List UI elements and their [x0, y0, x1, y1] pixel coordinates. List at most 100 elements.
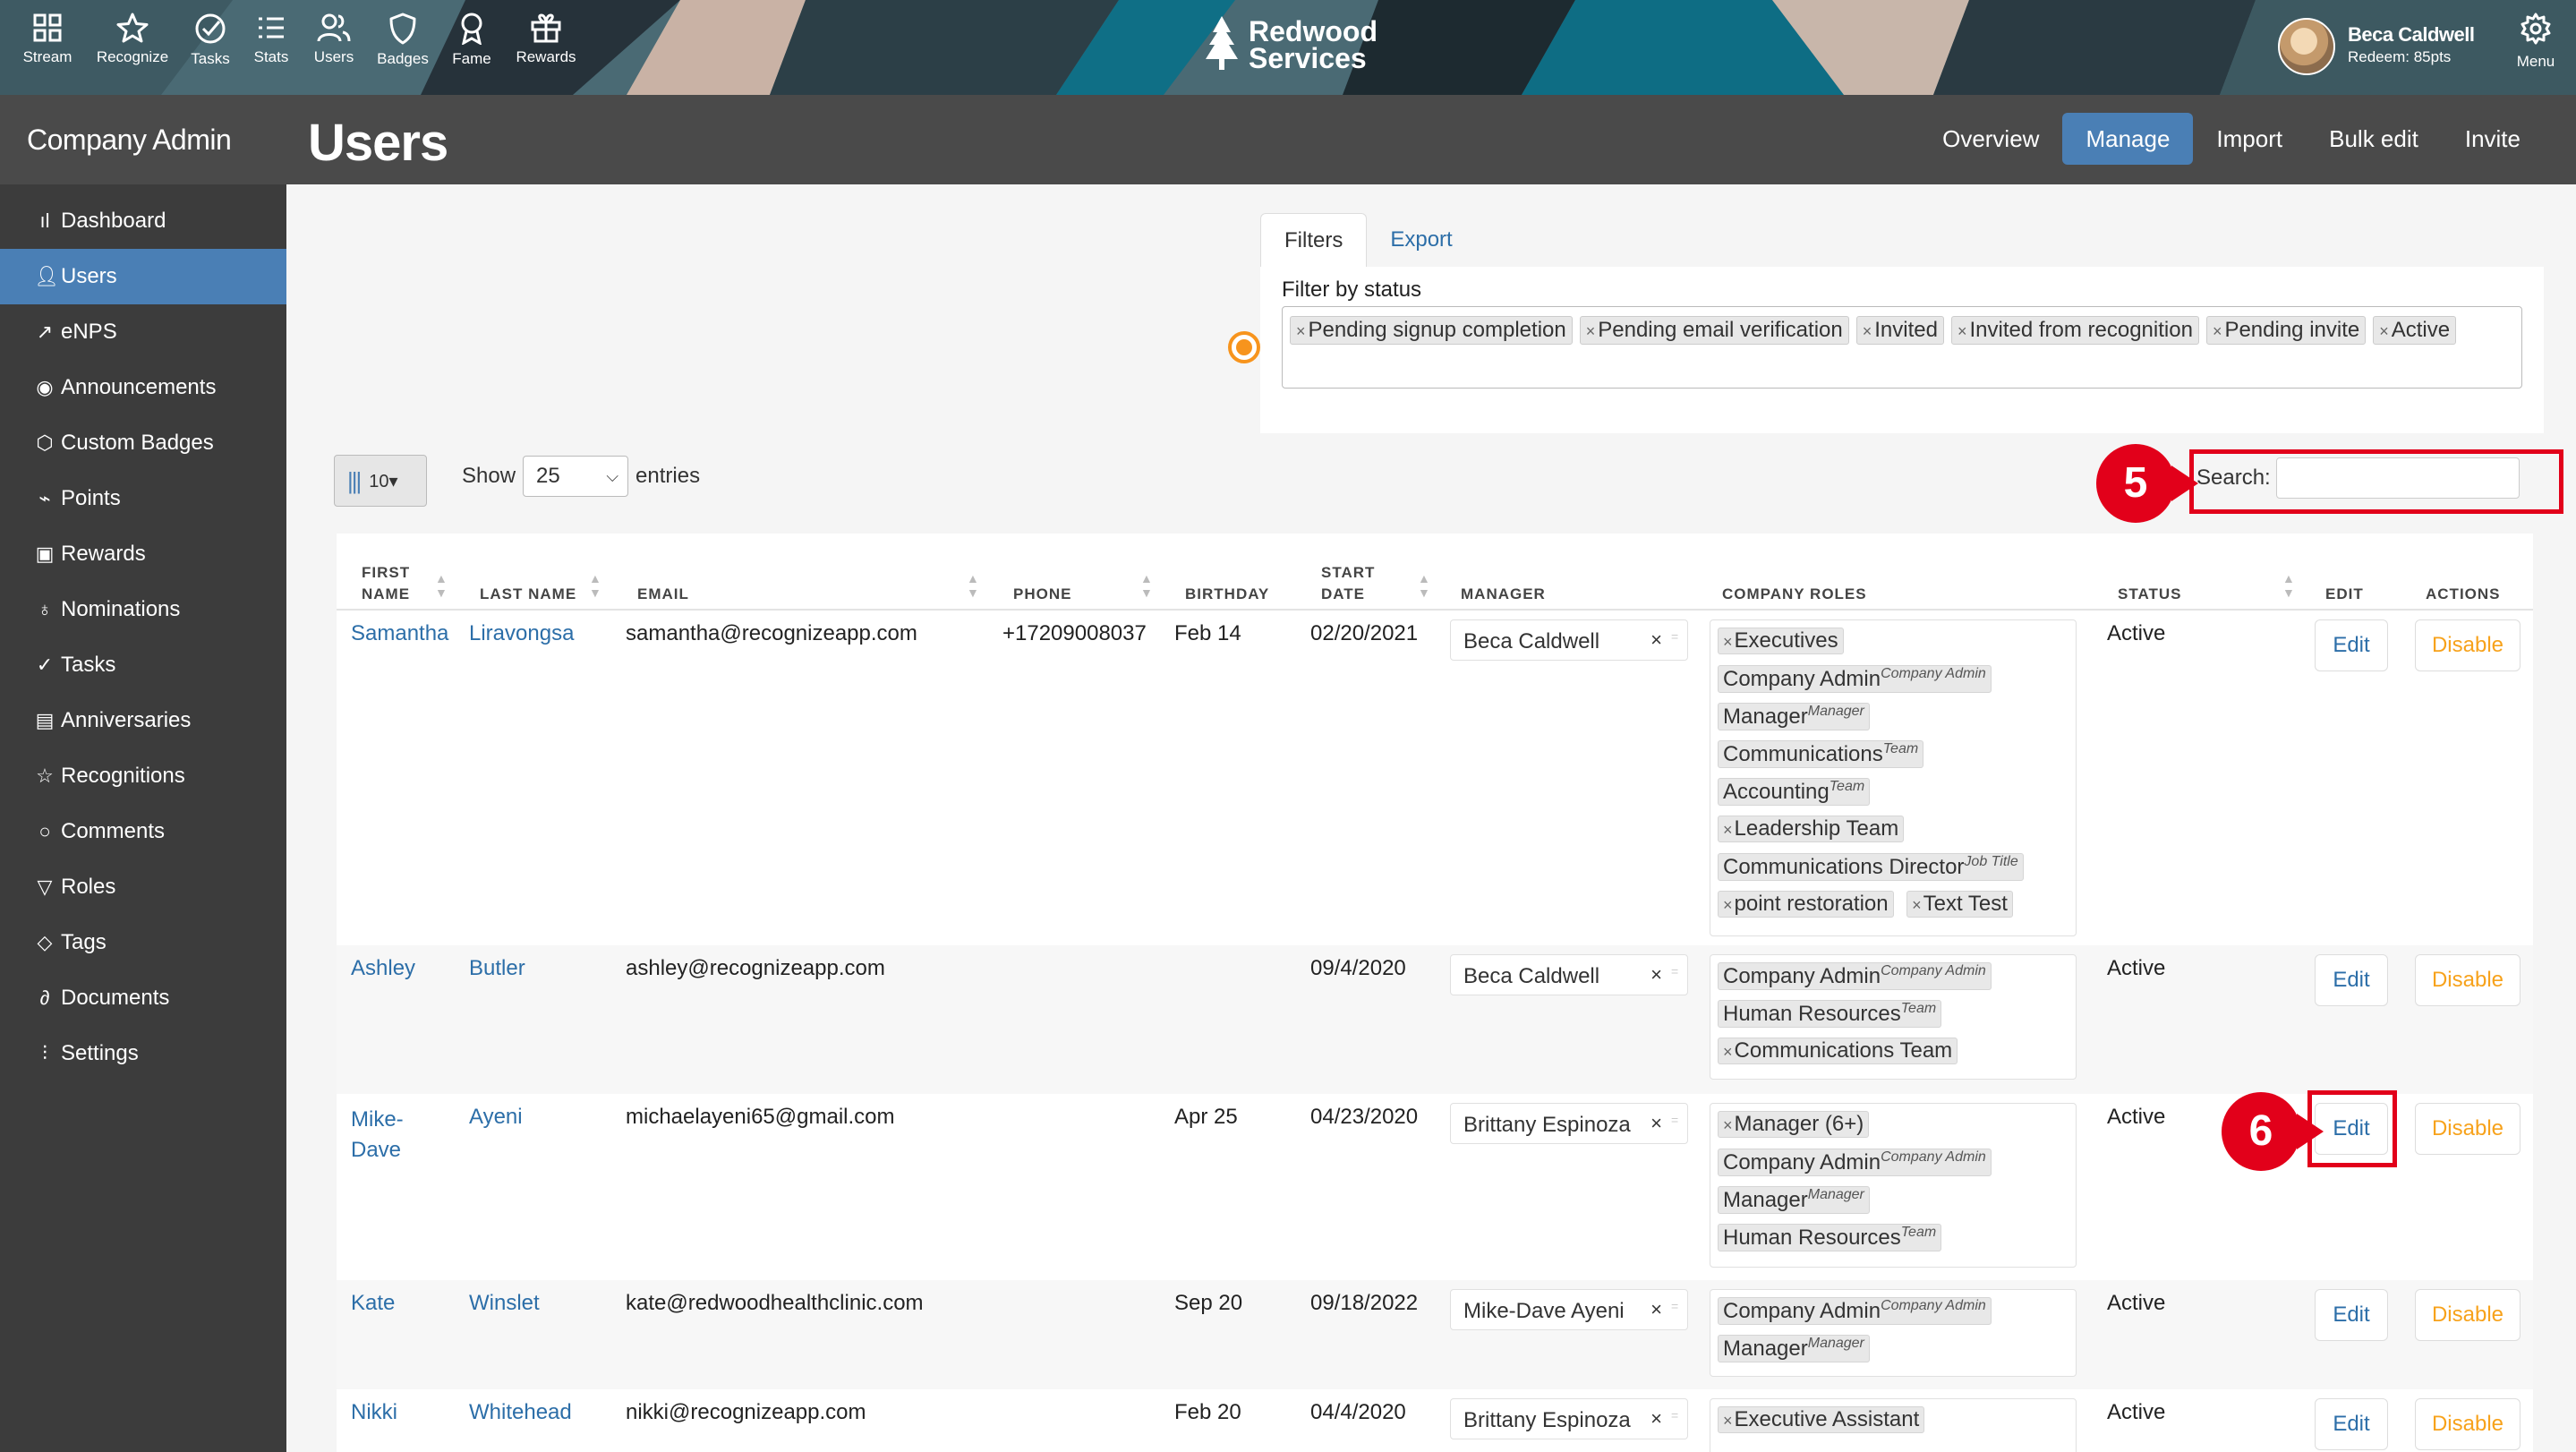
manager-select[interactable]: Brittany Espinoza × = — [1450, 1103, 1688, 1144]
last-name-link[interactable]: Winslet — [469, 1291, 540, 1316]
roles-select[interactable]: Company AdminCompany Admin ManagerManage… — [1710, 1289, 2077, 1377]
last-name-link[interactable]: Whitehead — [469, 1400, 572, 1425]
col-manager[interactable]: MANAGER — [1461, 584, 1546, 605]
role-chip[interactable]: Human ResourcesTeam — [1718, 1224, 1942, 1251]
col-status[interactable]: STATUS — [2118, 584, 2181, 605]
clear-icon[interactable]: × — [1651, 628, 1662, 652]
role-chip[interactable]: ×Leadership Team — [1718, 816, 1905, 842]
last-name-link[interactable]: Ayeni — [469, 1105, 523, 1130]
roles-select[interactable]: ×Executives Company AdminCompany Admin M… — [1710, 619, 2077, 936]
remove-icon[interactable]: × — [1723, 1412, 1733, 1430]
tab-overview[interactable]: Overview — [1919, 113, 2062, 165]
role-chip[interactable]: Company AdminCompany Admin — [1718, 1149, 1992, 1176]
status-chip[interactable]: × Pending invite — [2205, 316, 2367, 345]
disable-button[interactable]: Disable — [2415, 1289, 2521, 1341]
disable-button[interactable]: Disable — [2415, 1103, 2521, 1155]
tab-import[interactable]: Import — [2193, 113, 2306, 165]
nav-stream[interactable]: Stream — [7, 13, 88, 66]
role-chip[interactable]: CommunicationsTeam — [1718, 740, 1924, 768]
role-chip[interactable]: ManagerManager — [1718, 703, 1870, 730]
menu-button[interactable]: Menu — [2504, 13, 2567, 71]
col-email[interactable]: EMAIL — [637, 584, 689, 605]
manager-select[interactable]: Mike-Dave Ayeni × = — [1450, 1289, 1688, 1330]
remove-icon[interactable]: × — [1912, 896, 1922, 914]
remove-icon[interactable]: × — [1586, 322, 1596, 340]
role-chip[interactable]: Human ResourcesTeam — [1718, 1000, 1942, 1028]
sidebar-item-points[interactable]: ⌁ Points — [0, 471, 286, 526]
sidebar-item-comments[interactable]: ○ Comments — [0, 804, 286, 859]
role-chip[interactable]: Company AdminCompany Admin — [1718, 962, 1992, 990]
sidebar-item-announcements[interactable]: ◉ Announcements — [0, 360, 286, 415]
first-name-link[interactable]: Nikki — [351, 1400, 397, 1425]
column-visibility-button[interactable]: ||| 10▾ — [334, 455, 427, 507]
entries-select[interactable]: 25 ⌵ — [523, 456, 629, 497]
nav-rewards[interactable]: Rewards — [506, 13, 586, 66]
edit-button[interactable]: Edit — [2315, 1289, 2388, 1341]
role-chip[interactable]: Company AdminCompany Admin — [1718, 665, 1992, 693]
clear-icon[interactable]: × — [1651, 1298, 1662, 1321]
tab-bulk-edit[interactable]: Bulk edit — [2306, 113, 2442, 165]
remove-icon[interactable]: × — [2379, 322, 2389, 340]
sidebar-item-recognitions[interactable]: ☆ Recognitions — [0, 748, 286, 804]
roles-select[interactable]: ×Executive Assistant — [1710, 1398, 2077, 1452]
disable-button[interactable]: Disable — [2415, 619, 2521, 671]
remove-icon[interactable]: × — [1723, 633, 1733, 651]
sidebar-item-enps[interactable]: ↗ eNPS — [0, 304, 286, 360]
remove-icon[interactable]: × — [1723, 821, 1733, 839]
role-chip[interactable]: AccountingTeam — [1718, 778, 1871, 806]
clear-icon[interactable]: × — [1651, 963, 1662, 987]
remove-icon[interactable]: × — [1723, 1043, 1733, 1061]
status-chip[interactable]: × Invited from recognition — [1950, 316, 2199, 345]
role-chip[interactable]: ×Executive Assistant — [1718, 1406, 1925, 1433]
clear-icon[interactable]: × — [1651, 1112, 1662, 1135]
sidebar-item-nominations[interactable]: ♁ Nominations — [0, 582, 286, 637]
edit-button[interactable]: Edit — [2315, 619, 2388, 671]
col-phone[interactable]: PHONE — [1013, 584, 1071, 605]
sidebar-item-settings[interactable]: ⫶ Settings — [0, 1026, 286, 1081]
status-chip[interactable]: × Pending signup completion — [1290, 316, 1573, 345]
tab-filters[interactable]: Filters — [1260, 213, 1368, 267]
role-chip[interactable]: ManagerManager — [1718, 1186, 1870, 1214]
nav-fame[interactable]: Fame — [431, 13, 512, 68]
remove-icon[interactable]: × — [1723, 1116, 1733, 1134]
status-filter-select[interactable]: × Pending signup completion × Pending emai… — [1282, 306, 2522, 389]
last-name-link[interactable]: Liravongsa — [469, 621, 574, 646]
last-name-link[interactable]: Butler — [469, 956, 525, 981]
edit-button[interactable]: Edit — [2315, 1398, 2388, 1450]
role-chip[interactable]: ×Manager (6+) — [1718, 1111, 1870, 1138]
nav-recognize[interactable]: Recognize — [92, 13, 173, 66]
col-first-name[interactable]: FIRST NAME — [362, 562, 410, 605]
col-company-roles[interactable]: COMPANY ROLES — [1722, 584, 1867, 605]
remove-icon[interactable]: × — [1863, 322, 1872, 340]
remove-icon[interactable]: × — [1296, 322, 1306, 340]
roles-select[interactable]: ×Manager (6+) Company AdminCompany Admin… — [1710, 1103, 2077, 1268]
first-name-link[interactable]: Samantha — [351, 621, 448, 646]
first-name-link[interactable]: Kate — [351, 1291, 395, 1316]
roles-select[interactable]: Company AdminCompany Admin Human Resourc… — [1710, 954, 2077, 1080]
manager-select[interactable]: Beca Caldwell × = — [1450, 954, 1688, 995]
role-chip[interactable]: ×Text Test — [1906, 891, 2013, 918]
sidebar-item-custom-badges[interactable]: ⬡ Custom Badges — [0, 415, 286, 471]
col-birthday[interactable]: BIRTHDAY — [1185, 584, 1269, 605]
remove-icon[interactable]: × — [1958, 322, 1967, 340]
status-chip[interactable]: × Active — [2373, 316, 2457, 345]
col-last-name[interactable]: LAST NAME — [480, 584, 576, 605]
first-name-link[interactable]: Mike- Dave — [351, 1105, 404, 1166]
tab-invite[interactable]: Invite — [2442, 113, 2544, 165]
role-chip[interactable]: Communications DirectorJob Title — [1718, 853, 2024, 881]
sidebar-item-tags[interactable]: ◇ Tags — [0, 915, 286, 970]
manager-select[interactable]: Beca Caldwell × = — [1450, 619, 1688, 661]
sidebar-item-documents[interactable]: ∂ Documents — [0, 970, 286, 1026]
edit-button[interactable]: Edit — [2315, 954, 2388, 1006]
sidebar-item-rewards[interactable]: ▣ Rewards — [0, 526, 286, 582]
remove-icon[interactable]: × — [1723, 896, 1733, 914]
role-chip[interactable]: Company AdminCompany Admin — [1718, 1297, 1992, 1325]
role-chip[interactable]: ManagerManager — [1718, 1335, 1870, 1362]
remove-icon[interactable]: × — [2213, 322, 2222, 340]
role-chip[interactable]: ×Communications Team — [1718, 1038, 1958, 1064]
sidebar-item-dashboard[interactable]: ıl Dashboard — [0, 193, 286, 249]
disable-button[interactable]: Disable — [2415, 1398, 2521, 1450]
role-chip[interactable]: ×point restoration — [1718, 891, 1894, 918]
disable-button[interactable]: Disable — [2415, 954, 2521, 1006]
tab-export[interactable]: Export — [1367, 213, 1475, 267]
